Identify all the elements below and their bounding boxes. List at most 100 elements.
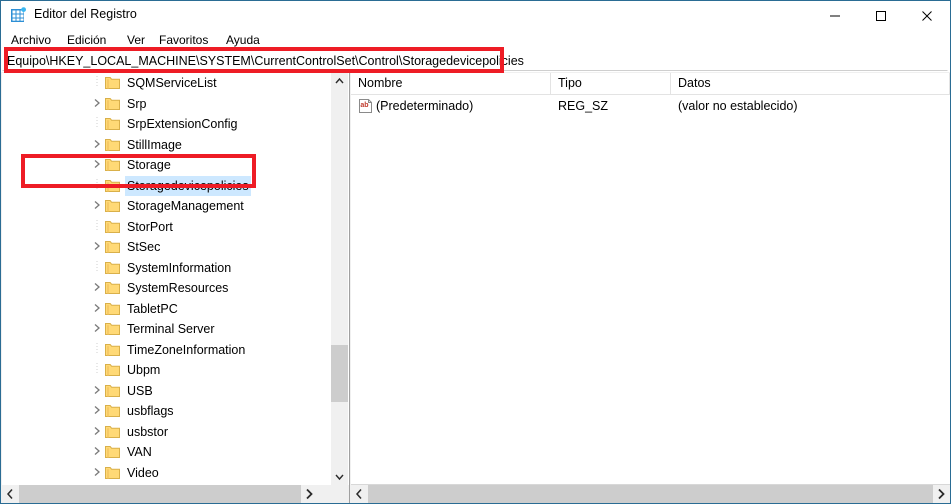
column-header-tipo[interactable]: Tipo	[551, 73, 671, 94]
folder-icon	[105, 321, 120, 335]
folder-icon	[105, 260, 120, 274]
tree-scroll-left-button[interactable]	[2, 485, 19, 503]
tree-indent-guide	[2, 230, 89, 231]
tree-item-label: StillImage	[127, 137, 182, 152]
values-horizontal-scrollbar-thumb[interactable]	[368, 485, 933, 503]
expand-chevron-icon[interactable]	[89, 135, 105, 156]
expand-chevron-icon[interactable]	[89, 237, 105, 258]
column-header-datos[interactable]: Datos	[671, 73, 950, 94]
column-header-nombre[interactable]: Nombre	[351, 73, 551, 94]
tree-indent-guide	[2, 414, 89, 415]
tree-indent-guide	[2, 86, 89, 87]
address-bar-container: Equipo\HKEY_LOCAL_MACHINE\SYSTEM\Current…	[1, 50, 950, 72]
expand-chevron-icon[interactable]	[89, 155, 105, 176]
expand-chevron-icon[interactable]	[89, 299, 105, 320]
tree-connector-icon	[89, 73, 105, 94]
folder-icon	[105, 280, 120, 294]
expand-chevron-icon[interactable]	[89, 401, 105, 422]
expand-chevron-icon[interactable]	[89, 381, 105, 402]
main-content: SQMServiceList Srp SrpExtensionConfig Still…	[2, 73, 950, 503]
expand-chevron-icon[interactable]	[89, 319, 105, 340]
menu-bar: Archivo Edición Ver Favoritos Ayuda	[1, 30, 950, 50]
tree-vertical-scrollbar[interactable]	[330, 73, 348, 485]
tree-item-terminalserver[interactable]: Terminal Server	[2, 319, 332, 340]
tree-scroll-right-button[interactable]	[301, 485, 318, 503]
tree-horizontal-scrollbar[interactable]	[2, 485, 349, 503]
expand-chevron-icon[interactable]	[89, 278, 105, 299]
folder-icon	[105, 403, 120, 417]
tree-item-tabletpc[interactable]: TabletPC	[2, 299, 332, 320]
close-icon	[922, 10, 932, 21]
menu-item-ver[interactable]: Ver	[123, 32, 149, 48]
maximize-button[interactable]	[858, 1, 904, 30]
tree-connector-icon	[89, 176, 105, 197]
tree-item-sqmservicelist[interactable]: SQMServiceList	[2, 73, 332, 94]
expand-chevron-icon[interactable]	[89, 94, 105, 115]
tree-item-srpextensionconfig[interactable]: SrpExtensionConfig	[2, 114, 332, 135]
close-button[interactable]	[904, 1, 950, 30]
expand-chevron-icon[interactable]	[89, 442, 105, 463]
chevron-down-icon	[335, 474, 344, 481]
tree-item-van[interactable]: VAN	[2, 442, 332, 463]
tree-item-label: StSec	[127, 240, 161, 254]
tree-item-storagedevicepolicies[interactable]: Storagedevicepolicies	[2, 175, 332, 197]
values-scroll-left-button[interactable]	[351, 485, 368, 503]
maximize-icon	[876, 10, 886, 21]
svg-text:ab: ab	[360, 102, 368, 109]
tree-item-timezoneinformation[interactable]: TimeZoneInformation	[2, 340, 332, 361]
menu-item-edicin[interactable]: Edición	[63, 32, 110, 48]
folder-icon	[105, 465, 120, 479]
minimize-button[interactable]	[812, 1, 858, 30]
tree-item-label: Video	[127, 465, 159, 480]
tree-indent-guide	[2, 291, 89, 292]
menu-item-favoritos[interactable]: Favoritos	[155, 32, 212, 48]
folder-icon	[105, 219, 120, 233]
chevron-right-icon	[306, 488, 313, 500]
tree-item-usbflags[interactable]: usbflags	[2, 401, 332, 422]
tree-scroll-up-button[interactable]	[331, 73, 348, 90]
tree-indent-guide	[2, 209, 89, 210]
tree-indent-guide	[2, 189, 89, 190]
tree-item-srp[interactable]: Srp	[2, 94, 332, 115]
menu-item-archivo[interactable]: Archivo	[7, 32, 55, 48]
tree-vertical-scrollbar-thumb[interactable]	[331, 345, 348, 402]
folder-icon	[105, 157, 120, 171]
expand-chevron-icon[interactable]	[89, 422, 105, 443]
tree-item-video[interactable]: Video	[2, 463, 332, 484]
registry-values-pane: Nombre Tipo Datos ab (Predeterminado) REG_SZ…	[351, 73, 950, 503]
tree-item-systeminformation[interactable]: SystemInformation	[2, 258, 332, 279]
tree-indent-guide	[2, 107, 89, 108]
tree-item-label: USB	[127, 383, 153, 398]
tree-item-storport[interactable]: StorPort	[2, 217, 332, 238]
tree-item-storagemanagement[interactable]: StorageManagement	[2, 196, 332, 217]
registry-tree[interactable]: SQMServiceList Srp SrpExtensionConfig Still…	[2, 73, 332, 485]
tree-indent-guide	[2, 353, 89, 354]
menu-item-ayuda[interactable]: Ayuda	[222, 32, 264, 48]
values-horizontal-scrollbar[interactable]	[351, 484, 950, 503]
tree-item-stsec[interactable]: StSec	[2, 237, 332, 258]
tree-item-storage[interactable]: Storage	[2, 155, 332, 176]
expand-chevron-icon[interactable]	[89, 196, 105, 217]
tree-item-usbstor[interactable]: usbstor	[2, 422, 332, 443]
tree-indent-guide	[2, 148, 89, 149]
tree-item-label: TimeZoneInformation	[127, 342, 246, 357]
folder-icon	[105, 96, 120, 110]
chevron-up-icon	[335, 77, 344, 84]
tree-item-usb[interactable]: USB	[2, 381, 332, 402]
value-row[interactable]: ab (Predeterminado) REG_SZ (valor no establ…	[351, 96, 950, 116]
tree-item-stillimage[interactable]: StillImage	[2, 135, 332, 156]
values-scroll-right-button[interactable]	[933, 485, 950, 503]
expand-chevron-icon[interactable]	[89, 463, 105, 484]
address-input[interactable]: Equipo\HKEY_LOCAL_MACHINE\SYSTEM\Current…	[2, 51, 948, 71]
tree-item-label: StorageManagement	[127, 199, 244, 213]
tree-indent-guide	[2, 332, 89, 333]
tree-item-label: Terminal Server	[127, 322, 215, 336]
tree-indent-guide	[2, 168, 89, 169]
title-bar: Editor del Registro	[1, 1, 950, 31]
tree-horizontal-scrollbar-thumb[interactable]	[19, 485, 301, 503]
tree-scroll-down-button[interactable]	[331, 468, 348, 485]
folder-icon	[105, 342, 120, 356]
tree-item-systemresources[interactable]: SystemResources	[2, 278, 332, 299]
tree-item-label: SystemResources	[127, 281, 229, 295]
tree-item-ubpm[interactable]: Ubpm	[2, 360, 332, 381]
